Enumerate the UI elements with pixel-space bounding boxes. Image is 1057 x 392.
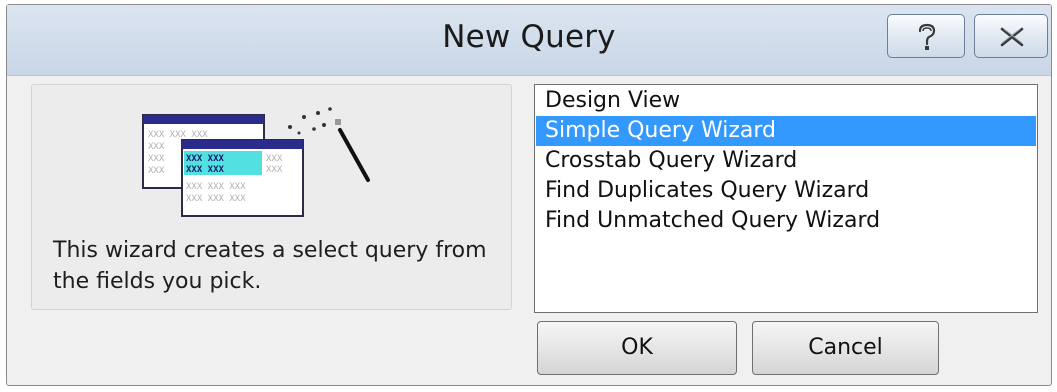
svg-text:XXX: XXX bbox=[266, 154, 283, 164]
list-item-find-unmatched-query-wizard[interactable]: Find Unmatched Query Wizard bbox=[536, 206, 1036, 236]
list-item-design-view[interactable]: Design View bbox=[536, 86, 1036, 116]
svg-text:XXX XXX: XXX XXX bbox=[186, 154, 225, 164]
description-panel: XXX XXX XXX XXX XXX XXX XXX XXX XXX XXX … bbox=[31, 84, 512, 310]
question-mark-icon bbox=[918, 23, 936, 50]
svg-text:XXX: XXX bbox=[148, 154, 165, 164]
close-button[interactable] bbox=[974, 14, 1048, 58]
list-item-simple-query-wizard[interactable]: Simple Query Wizard bbox=[536, 116, 1036, 146]
svg-text:XXX XXX XXX: XXX XXX XXX bbox=[148, 130, 208, 140]
wizard-description: This wizard creates a select query from … bbox=[53, 238, 487, 294]
query-type-list[interactable]: Design View Simple Query Wizard Crosstab… bbox=[534, 84, 1038, 313]
title-bar: New Query bbox=[7, 5, 1051, 76]
cancel-button[interactable]: Cancel bbox=[752, 321, 939, 375]
list-item-find-duplicates-query-wizard[interactable]: Find Duplicates Query Wizard bbox=[536, 176, 1036, 206]
help-button[interactable] bbox=[887, 14, 965, 58]
new-query-dialog: New Query XXX XXX XXX XXX XXX XXX XXX XX… bbox=[6, 4, 1052, 386]
svg-text:XXX XXX XXX: XXX XXX XXX bbox=[186, 182, 246, 192]
svg-text:XXX: XXX bbox=[148, 166, 165, 176]
query-wizard-icon: XXX XXX XXX XXX XXX XXX XXX XXX XXX XXX … bbox=[142, 107, 370, 217]
svg-text:XXX XXX: XXX XXX bbox=[186, 165, 225, 175]
svg-text:XXX: XXX bbox=[148, 142, 165, 152]
svg-text:XXX XXX XXX: XXX XXX XXX bbox=[186, 194, 246, 204]
list-item-crosstab-query-wizard[interactable]: Crosstab Query Wizard bbox=[536, 146, 1036, 176]
close-x-icon bbox=[1000, 27, 1024, 47]
ok-button[interactable]: OK bbox=[537, 321, 737, 375]
svg-text:XXX: XXX bbox=[266, 165, 283, 175]
